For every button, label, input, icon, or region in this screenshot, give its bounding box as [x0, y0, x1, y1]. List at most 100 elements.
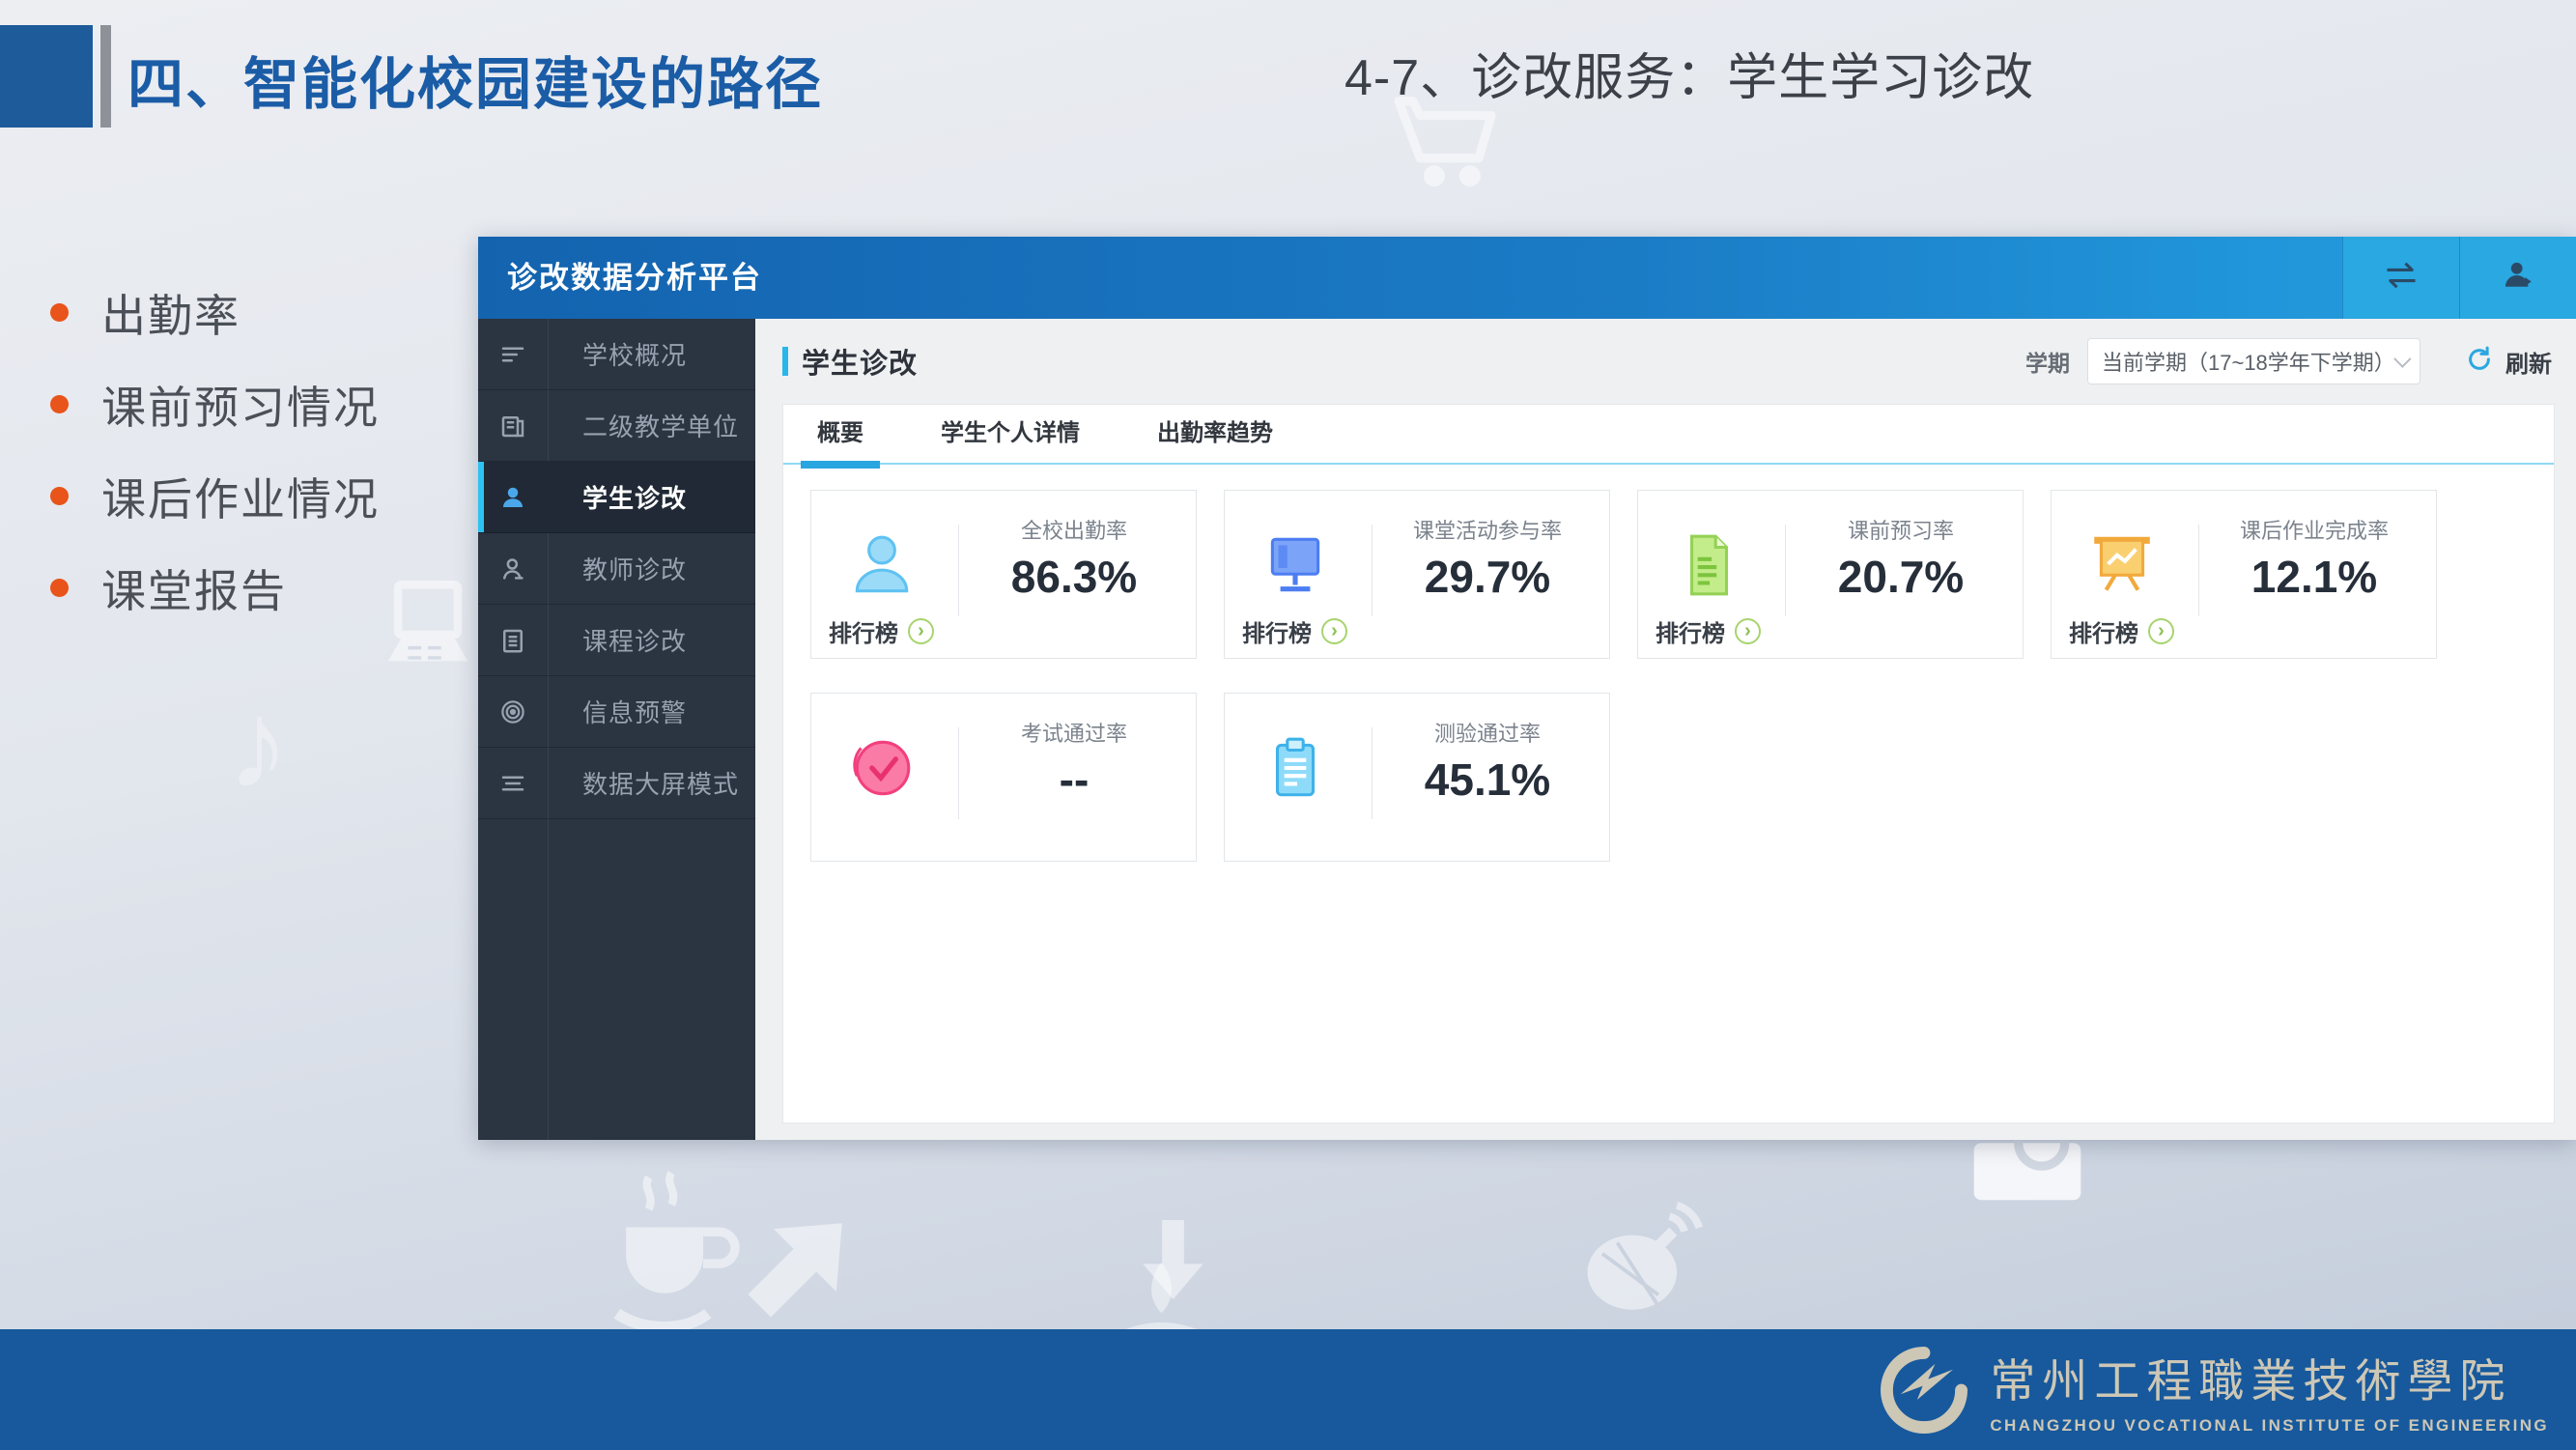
card-value: 29.7% — [1379, 551, 1596, 603]
card-value: 86.3% — [966, 551, 1182, 603]
document-icon — [1673, 529, 1744, 601]
ranking-link[interactable]: 排行榜 › — [829, 614, 934, 648]
semester-selected-value: 当前学期（17~18学年下学期） — [2102, 346, 2386, 377]
bullet-icon — [50, 579, 69, 597]
bullet-text: 课堂报告 — [101, 556, 287, 620]
sidebar-item-big-screen-mode[interactable]: 数据大屏模式 — [478, 748, 755, 819]
clipboard-icon — [1260, 732, 1331, 804]
stat-card-preview-rate: 课前预习率 20.7% 排行榜 › — [1637, 490, 2024, 659]
semester-label: 学期 — [2025, 345, 2070, 378]
card-value: 12.1% — [2206, 551, 2422, 603]
slide-title: 四、智能化校园建设的路径 — [127, 39, 823, 120]
ranking-label: 排行榜 — [1656, 614, 1725, 648]
content-panel: 概要 学生个人详情 出勤率趋势 全校出勤率 86.3% — [782, 404, 2555, 1123]
user-account-button[interactable] — [2459, 237, 2576, 319]
card-label: 课堂活动参与率 — [1379, 514, 1596, 545]
tab-bar: 概要 学生个人详情 出勤率趋势 — [783, 405, 2554, 465]
teacher-icon — [478, 554, 548, 583]
ranking-link[interactable]: 排行榜 › — [1656, 614, 1761, 648]
topbar-actions — [2342, 237, 2576, 319]
bullet-text: 出勤率 — [101, 281, 241, 345]
sidebar-item-student-diagnosis[interactable]: 学生诊改 — [478, 462, 755, 533]
list-item: 课前预习情况 — [50, 358, 380, 450]
list-item: 出勤率 — [50, 267, 380, 358]
chevron-right-icon: › — [2148, 618, 2174, 644]
course-doc-icon — [478, 626, 548, 655]
chevron-right-icon: › — [1735, 618, 1761, 644]
stat-card-attendance: 全校出勤率 86.3% 排行榜 › — [810, 490, 1197, 659]
stat-card-exam-pass: 考试通过率 -- — [810, 693, 1197, 862]
screen-lines-icon — [478, 769, 548, 798]
swap-arrows-icon — [2383, 261, 2420, 295]
sidebar-item-teaching-units[interactable]: 二级教学单位 — [478, 390, 755, 462]
institute-logo-icon — [1876, 1342, 1972, 1438]
ranking-label: 排行榜 — [1242, 614, 1312, 648]
bullet-icon — [50, 303, 69, 322]
slide: ♪ 四、智能化校园建设的路径 4-7、诊改服务：学生学习诊改 出勤率 课前预习情… — [0, 0, 2576, 1450]
list-item: 课堂报告 — [50, 542, 380, 634]
bullet-list: 出勤率 课前预习情况 课后作业情况 课堂报告 — [50, 267, 380, 634]
card-divider — [958, 525, 959, 616]
tab-overview[interactable]: 概要 — [801, 404, 880, 464]
tab-attendance-trend[interactable]: 出勤率趋势 — [1141, 404, 1289, 464]
sidebar-item-label: 数据大屏模式 — [582, 765, 739, 801]
target-icon — [478, 697, 548, 726]
ranking-label: 排行榜 — [2069, 614, 2138, 648]
tab-student-detail[interactable]: 学生个人详情 — [924, 404, 1096, 464]
sidebar-item-label: 学校概况 — [582, 336, 687, 372]
card-divider — [1785, 525, 1786, 616]
bullet-text: 课前预习情况 — [101, 373, 380, 437]
page-title: 学生诊改 — [802, 341, 918, 382]
ranking-label: 排行榜 — [829, 614, 898, 648]
card-divider — [2198, 525, 2199, 616]
card-label: 课前预习率 — [1793, 514, 2009, 545]
computer-watermark-icon — [375, 575, 481, 681]
card-value: 45.1% — [1379, 753, 1596, 806]
dashboard-screenshot: 诊改数据分析平台 学校概况 — [478, 237, 2576, 1140]
camera-watermark-icon — [1970, 1132, 2084, 1204]
chevron-right-icon: › — [908, 618, 934, 644]
title-accent-square — [0, 25, 93, 128]
stat-card-class-activity: 课堂活动参与率 29.7% 排行榜 › — [1224, 490, 1610, 659]
ranking-link[interactable]: 排行榜 › — [1242, 614, 1347, 648]
presentation-chart-icon — [2086, 529, 2158, 601]
card-divider — [1372, 727, 1373, 819]
card-label: 课后作业完成率 — [2206, 514, 2422, 545]
sidebar-item-label: 信息预警 — [582, 694, 687, 729]
card-value: 20.7% — [1793, 551, 2009, 603]
person-icon — [846, 529, 918, 601]
sidebar-item-school-overview[interactable]: 学校概况 — [478, 319, 755, 390]
chevron-right-icon: › — [1321, 618, 1347, 644]
sidebar-item-course-diagnosis[interactable]: 课程诊改 — [478, 605, 755, 676]
institute-name-en: CHANGZHOU VOCATIONAL INSTITUTE OF ENGINE… — [1990, 1416, 2549, 1436]
sidebar-item-label: 学生诊改 — [582, 479, 687, 515]
satellite-dish-watermark-icon — [1576, 1198, 1707, 1328]
shopping-cart-watermark-icon — [1388, 87, 1502, 201]
monitor-icon — [1260, 529, 1331, 601]
refresh-button[interactable]: 刷新 — [2465, 345, 2552, 379]
card-value: -- — [966, 753, 1182, 806]
card-divider — [1372, 525, 1373, 616]
check-circle-icon — [846, 732, 918, 804]
bullet-text: 课后作业情况 — [101, 465, 380, 528]
card-label: 全校出勤率 — [966, 514, 1182, 545]
sidebar: 学校概况 二级教学单位 学生诊改 教师诊改 课程诊改 — [478, 319, 755, 1140]
main-header: 学生诊改 学期 当前学期（17~18学年下学期） 刷新 — [755, 319, 2576, 384]
list-item: 课后作业情况 — [50, 450, 380, 542]
sidebar-item-label: 二级教学单位 — [582, 408, 739, 443]
semester-select[interactable]: 当前学期（17~18学年下学期） — [2087, 338, 2420, 384]
list-lines-icon — [478, 340, 548, 369]
swap-arrows-button[interactable] — [2342, 237, 2459, 319]
user-logout-icon — [2502, 259, 2534, 297]
app-topbar: 诊改数据分析平台 — [478, 237, 2576, 319]
sidebar-item-label: 教师诊改 — [582, 551, 687, 586]
bullet-icon — [50, 487, 69, 505]
institute-name-cn: 常州工程職業技術學院 — [1990, 1344, 2549, 1410]
ranking-link[interactable]: 排行榜 › — [2069, 614, 2174, 648]
sidebar-item-teacher-diagnosis[interactable]: 教师诊改 — [478, 533, 755, 605]
stat-card-homework-rate: 课后作业完成率 12.1% 排行榜 › — [2051, 490, 2437, 659]
app-title: 诊改数据分析平台 — [507, 237, 762, 319]
card-label: 考试通过率 — [966, 717, 1182, 748]
institute-logo: 常州工程職業技術學院 CHANGZHOU VOCATIONAL INSTITUT… — [1876, 1342, 2549, 1438]
sidebar-item-info-warning[interactable]: 信息预警 — [478, 676, 755, 748]
